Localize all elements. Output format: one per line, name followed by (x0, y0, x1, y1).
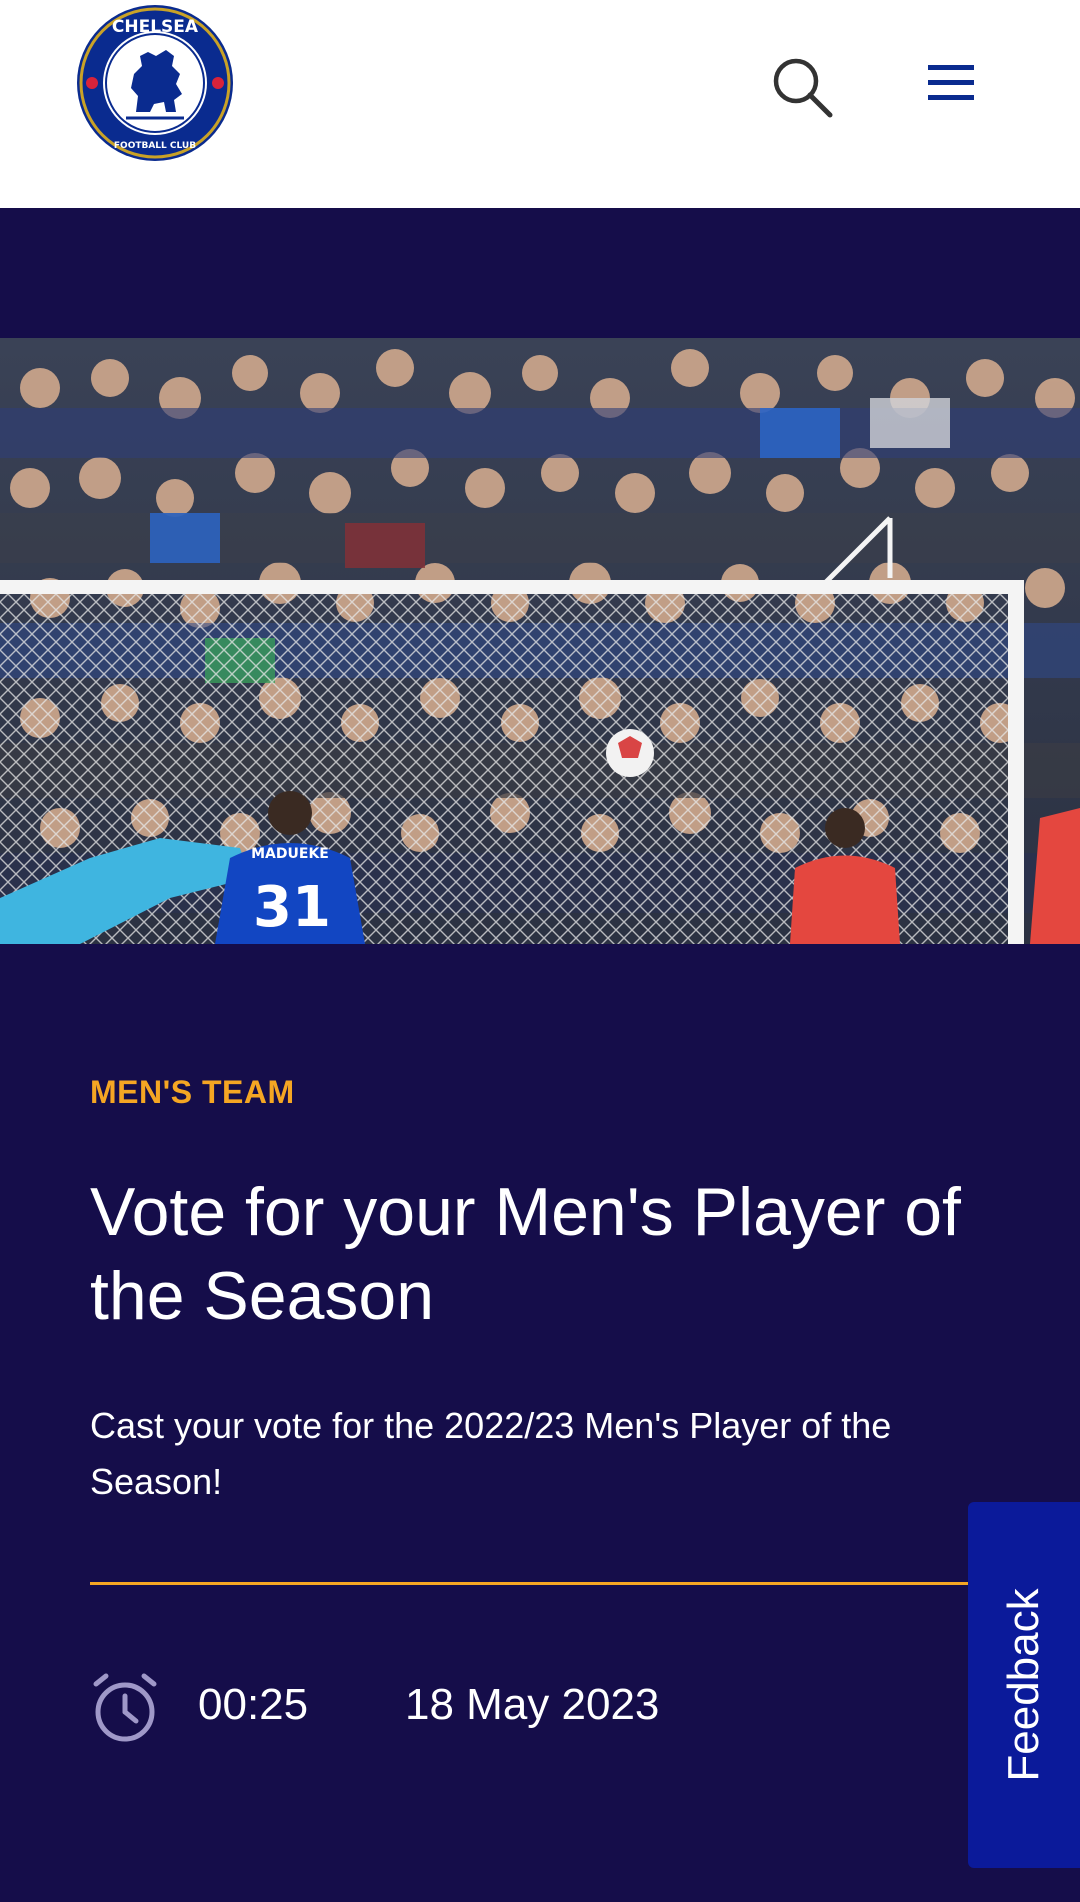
svg-text:FOOTBALL CLUB: FOOTBALL CLUB (114, 141, 196, 151)
hero-spacer (0, 208, 1080, 338)
chelsea-crest-icon: CHELSEA FOOTBALL CLUB (77, 5, 233, 161)
hamburger-menu-icon (928, 65, 974, 100)
menu-button[interactable] (922, 58, 980, 108)
svg-text:31: 31 (253, 875, 331, 940)
publish-date: 18 May 2023 (405, 1680, 660, 1729)
article-title[interactable]: Vote for your Men's Player of the Season (90, 1170, 970, 1338)
article-summary: Cast your vote for the 2022/23 Men's Pla… (90, 1405, 892, 1502)
clock-icon (90, 1672, 160, 1744)
svg-text:MADUEKE: MADUEKE (251, 846, 329, 862)
search-icon (773, 58, 833, 118)
hero-image[interactable]: MADUEKE 31 (0, 338, 1080, 944)
video-duration: 00:25 (198, 1680, 309, 1729)
stadium-photo: MADUEKE 31 (0, 338, 1080, 944)
feedback-button[interactable]: Feedback (968, 1502, 1080, 1868)
article-category[interactable]: MEN'S TEAM (90, 1074, 295, 1111)
top-header: CHELSEA FOOTBALL CLUB (0, 0, 1080, 208)
chelsea-crest-logo[interactable]: CHELSEA FOOTBALL CLUB (76, 4, 234, 162)
svg-text:CHELSEA: CHELSEA (112, 17, 199, 37)
search-button[interactable] (770, 55, 836, 121)
feedback-label: Feedback (999, 1588, 1048, 1782)
divider (90, 1582, 968, 1585)
